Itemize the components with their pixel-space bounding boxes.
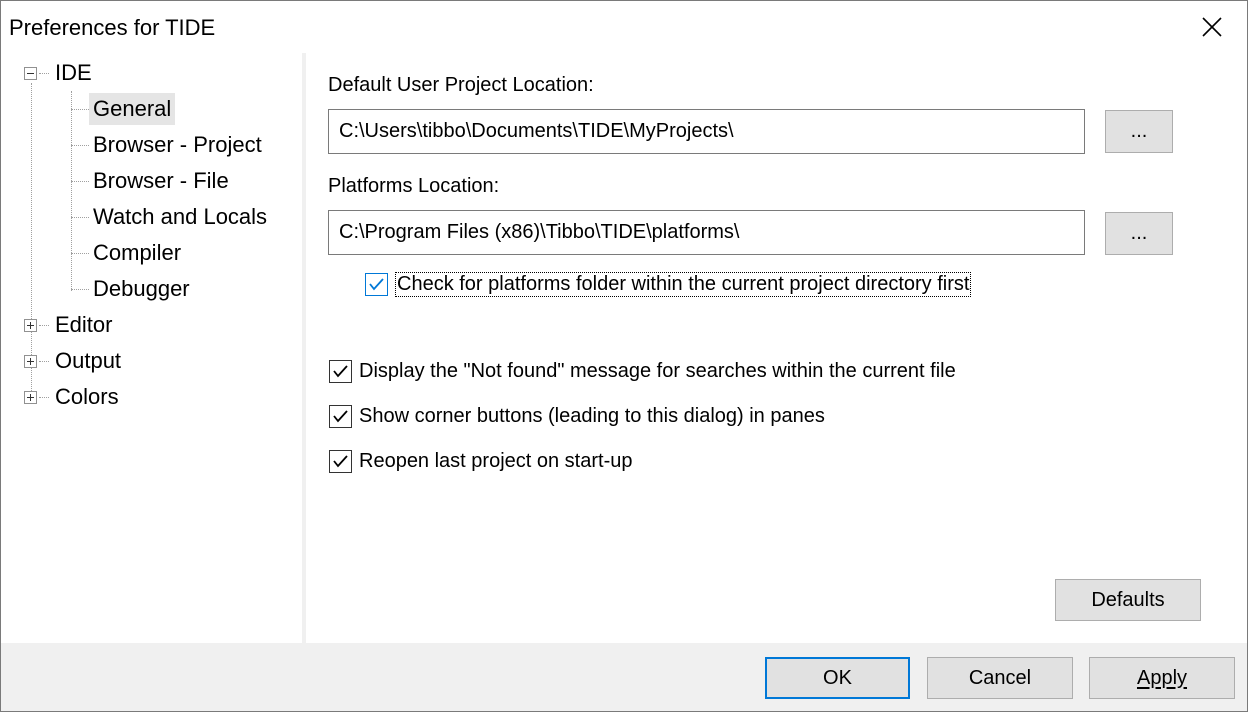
tree-child-line bbox=[71, 91, 72, 291]
expand-editor-icon[interactable] bbox=[24, 319, 37, 332]
tree-item-browser-project[interactable]: Browser - Project bbox=[89, 129, 266, 161]
tree-item-general[interactable]: General bbox=[89, 93, 176, 125]
preferences-dialog: Preferences for TIDE IDE General Browser… bbox=[0, 0, 1248, 712]
tree-item-debugger[interactable]: Debugger bbox=[89, 273, 194, 305]
reopen-last-project-option[interactable]: Reopen last project on start-up bbox=[329, 450, 633, 473]
expand-colors-icon[interactable] bbox=[24, 391, 37, 404]
not-found-message-checkbox[interactable] bbox=[329, 360, 352, 383]
tree-connector bbox=[71, 289, 89, 290]
tree-item-editor[interactable]: Editor bbox=[51, 309, 116, 341]
tree-item-compiler[interactable]: Compiler bbox=[89, 237, 185, 269]
ok-button[interactable]: OK bbox=[765, 657, 910, 699]
tree-connector bbox=[71, 217, 89, 218]
check-platforms-folder-option[interactable]: Check for platforms folder within the cu… bbox=[365, 272, 972, 297]
platforms-location-label: Platforms Location: bbox=[328, 175, 500, 197]
tree-connector bbox=[39, 73, 49, 74]
tree-connector bbox=[39, 325, 49, 326]
project-location-label: Default User Project Location: bbox=[328, 74, 594, 96]
tree-root-line bbox=[31, 83, 32, 401]
not-found-message-label: Display the "Not found" message for sear… bbox=[359, 360, 956, 382]
tree-item-output[interactable]: Output bbox=[51, 345, 125, 377]
checkmark-icon bbox=[369, 278, 384, 291]
close-icon bbox=[1202, 17, 1222, 37]
project-location-input[interactable] bbox=[328, 109, 1085, 154]
cancel-button[interactable]: Cancel bbox=[927, 657, 1073, 699]
check-platforms-folder-label: Check for platforms folder within the cu… bbox=[395, 272, 972, 297]
dialog-footer: OK Cancel Apply bbox=[1, 643, 1247, 711]
defaults-button[interactable]: Defaults bbox=[1055, 579, 1201, 621]
browse-project-location-button[interactable]: ... bbox=[1105, 110, 1173, 153]
platforms-location-input[interactable] bbox=[328, 210, 1085, 255]
preferences-tree: IDE General Browser - Project Browser - … bbox=[3, 53, 304, 643]
close-button[interactable] bbox=[1177, 1, 1247, 53]
checkmark-icon bbox=[333, 365, 348, 378]
reopen-last-project-label: Reopen last project on start-up bbox=[359, 450, 633, 472]
checkmark-icon bbox=[333, 455, 348, 468]
checkmark-icon bbox=[333, 410, 348, 423]
expand-output-icon[interactable] bbox=[24, 355, 37, 368]
browse-platforms-location-button[interactable]: ... bbox=[1105, 212, 1173, 255]
general-settings-panel: Default User Project Location: ... Platf… bbox=[306, 53, 1247, 643]
tree-connector bbox=[71, 145, 89, 146]
corner-buttons-option[interactable]: Show corner buttons (leading to this dia… bbox=[329, 405, 825, 428]
tree-connector bbox=[71, 181, 89, 182]
tree-item-watch-and-locals[interactable]: Watch and Locals bbox=[89, 201, 271, 233]
tree-connector bbox=[39, 361, 49, 362]
title-bar: Preferences for TIDE bbox=[1, 1, 1247, 53]
tree-item-ide[interactable]: IDE bbox=[51, 57, 96, 89]
corner-buttons-label: Show corner buttons (leading to this dia… bbox=[359, 405, 825, 427]
tree-item-browser-file[interactable]: Browser - File bbox=[89, 165, 233, 197]
dialog-client-area: IDE General Browser - Project Browser - … bbox=[1, 53, 1247, 643]
not-found-message-option[interactable]: Display the "Not found" message for sear… bbox=[329, 360, 956, 383]
check-platforms-folder-checkbox[interactable] bbox=[365, 273, 388, 296]
window-title: Preferences for TIDE bbox=[9, 15, 216, 40]
tree-item-colors[interactable]: Colors bbox=[51, 381, 123, 413]
collapse-ide-icon[interactable] bbox=[24, 67, 37, 80]
apply-button[interactable]: Apply bbox=[1089, 657, 1235, 699]
tree-connector bbox=[71, 109, 89, 110]
tree-connector bbox=[71, 253, 89, 254]
reopen-last-project-checkbox[interactable] bbox=[329, 450, 352, 473]
tree-connector bbox=[39, 397, 49, 398]
corner-buttons-checkbox[interactable] bbox=[329, 405, 352, 428]
